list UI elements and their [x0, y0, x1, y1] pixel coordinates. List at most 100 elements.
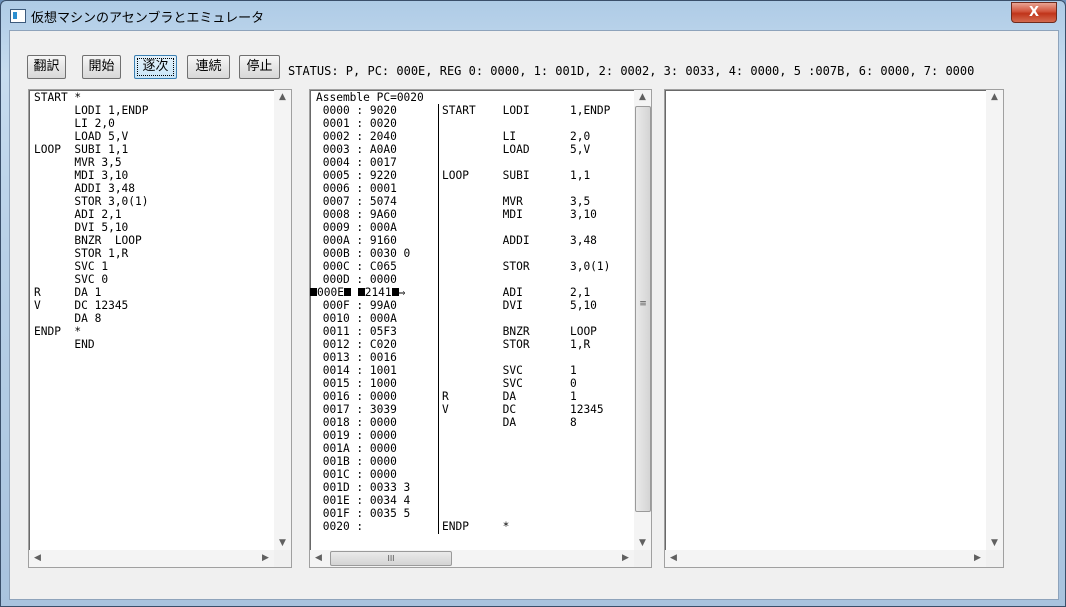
memory-row: 001F : 0035 5 [316, 507, 411, 520]
listing-row: LOOP SUBI 1,1 [442, 169, 591, 182]
source-line: LI 2,0 [34, 117, 115, 130]
listing-row [442, 247, 610, 260]
scroll-left-icon[interactable]: ◀ [29, 553, 46, 563]
pc-marker-icon [391, 288, 399, 296]
source-line: MDI 3,10 [34, 169, 129, 182]
assemble-hscrollbar[interactable]: ◀ III ▶ [310, 550, 634, 567]
listing-row [442, 494, 610, 507]
assemble-pane[interactable]: Assemble PC=0020 0000 : 9020 0001 : 0020… [309, 89, 652, 568]
assemble-vscrollbar[interactable]: ▲ ≡ ▼ [634, 90, 651, 550]
close-button[interactable]: X [1011, 2, 1057, 23]
memory-row: 0003 : A0A0 [316, 143, 397, 156]
start-button[interactable]: 開始 [82, 55, 121, 79]
source-line: DA 8 [34, 312, 102, 325]
listing-row: DA 8 [442, 416, 577, 429]
pc-address: 000E [317, 286, 344, 299]
resize-grip [986, 550, 1003, 567]
window-title: 仮想マシンのアセンブラとエミュレータ [31, 11, 265, 26]
current-pc-row: 000E 2141 ⇒ [310, 286, 410, 299]
memory-row: 0005 : 9220 [316, 169, 397, 182]
pc-marker-icon [310, 288, 317, 296]
vscroll-thumb[interactable]: ≡ [635, 106, 651, 512]
memory-row: 0010 : 000A [316, 312, 397, 325]
source-line: SVC 1 [34, 260, 109, 273]
assembly-listing: START LODI 1,ENDP LI 2,0 LOAD 5,V LOOP S… [442, 104, 610, 533]
pc-marker-icon [357, 288, 365, 296]
memory-row: 0002 : 2040 [316, 130, 397, 143]
source-hscrollbar[interactable]: ◀ ▶ [29, 550, 274, 567]
listing-row: STOR 1,R [442, 338, 591, 351]
listing-row [442, 481, 610, 494]
output-pane[interactable]: ▲ ▼ ◀ ▶ [664, 89, 1004, 568]
source-line: ENDP * [34, 325, 82, 338]
assemble-header: Assemble PC=0020 [316, 91, 424, 104]
source-line: BNZR LOOP [34, 234, 142, 247]
source-vscrollbar[interactable]: ▲ ▼ [274, 90, 291, 550]
listing-row: V DC 12345 [442, 403, 604, 416]
source-editor[interactable]: START * LODI 1,ENDP LI 2,0 LOAD 5,V LOOP … [34, 91, 149, 351]
scroll-down-icon[interactable]: ▼ [274, 538, 291, 548]
scroll-up-icon[interactable]: ▲ [986, 92, 1003, 102]
listing-row [442, 507, 610, 520]
listing-row [442, 117, 610, 130]
listing-row: MDI 3,10 [442, 208, 597, 221]
client-area: 翻訳 開始 逐次 連続 停止 STATUS: P, PC: 000E, REG … [9, 30, 1059, 600]
listing-row [442, 273, 610, 286]
thumb-grip-icon: ≡ [639, 299, 647, 309]
scroll-up-icon[interactable]: ▲ [274, 92, 291, 102]
scroll-down-icon[interactable]: ▼ [634, 538, 651, 548]
resize-grip [274, 550, 291, 567]
source-line: MVR 3,5 [34, 156, 122, 169]
listing-row [442, 156, 610, 169]
output-hscrollbar[interactable]: ◀ ▶ [665, 550, 986, 567]
source-line: END [34, 338, 95, 351]
memory-row: 0016 : 0000 [316, 390, 397, 403]
memory-row: 000C : C065 [316, 260, 397, 273]
scroll-right-icon[interactable]: ▶ [617, 553, 634, 563]
memory-row: 0018 : 0000 [316, 416, 397, 429]
memory-row: 0001 : 0020 [316, 117, 397, 130]
status-readout: STATUS: P, PC: 000E, REG 0: 0000, 1: 001… [288, 64, 975, 78]
source-line: R DA 1 [34, 286, 102, 299]
scroll-right-icon[interactable]: ▶ [257, 553, 274, 563]
title-bar[interactable]: 仮想マシンのアセンブラとエミュレータ X [1, 1, 1065, 29]
listing-row: R DA 1 [442, 390, 577, 403]
memory-row: 0017 : 3039 [316, 403, 397, 416]
memory-row: 001E : 0034 4 [316, 494, 411, 507]
source-pane[interactable]: START * LODI 1,ENDP LI 2,0 LOAD 5,V LOOP … [28, 89, 292, 568]
scroll-up-icon[interactable]: ▲ [634, 92, 651, 102]
listing-row: BNZR LOOP [442, 325, 597, 338]
memory-row: 001D : 0033 3 [316, 481, 411, 494]
memory-row: 0015 : 1000 [316, 377, 397, 390]
source-line: STOR 3,0(1) [34, 195, 149, 208]
resize-grip [634, 550, 651, 567]
listing-row [442, 182, 610, 195]
source-line: START * [34, 91, 82, 104]
source-line: LOOP SUBI 1,1 [34, 143, 129, 156]
memory-row: 001A : 0000 [316, 442, 397, 455]
scroll-right-icon[interactable]: ▶ [969, 553, 986, 563]
source-line: ADDI 3,48 [34, 182, 136, 195]
translate-button[interactable]: 翻訳 [27, 55, 66, 79]
scroll-left-icon[interactable]: ◀ [310, 553, 327, 563]
output-vscrollbar[interactable]: ▲ ▼ [986, 90, 1003, 550]
listing-row [442, 312, 610, 325]
hscroll-thumb[interactable]: III [330, 551, 452, 566]
memory-row: 0014 : 1001 [316, 364, 397, 377]
memory-row: 0019 : 0000 [316, 429, 397, 442]
listing-row [442, 351, 610, 364]
listing-row: ADI 2,1 [442, 286, 591, 299]
memory-row: 0000 : 9020 [316, 104, 397, 117]
pc-arrow-icon: ⇒ [398, 286, 406, 299]
scroll-down-icon[interactable]: ▼ [986, 538, 1003, 548]
memory-row: 000B : 0030 0 [316, 247, 411, 260]
step-button[interactable]: 逐次 [134, 55, 177, 79]
memory-row: 0012 : C020 [316, 338, 397, 351]
listing-row: SVC 0 [442, 377, 577, 390]
memory-row: 0013 : 0016 [316, 351, 397, 364]
source-line: LOAD 5,V [34, 130, 129, 143]
continuous-button[interactable]: 連続 [187, 55, 230, 79]
listing-row [442, 442, 610, 455]
scroll-left-icon[interactable]: ◀ [665, 553, 682, 563]
stop-button[interactable]: 停止 [239, 55, 280, 79]
